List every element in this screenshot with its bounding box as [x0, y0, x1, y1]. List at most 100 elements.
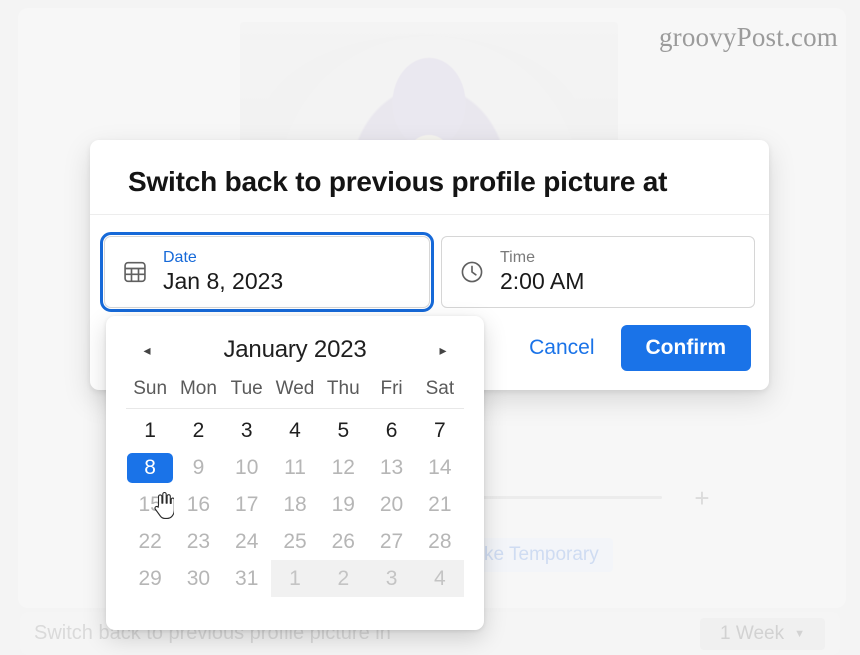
- date-field-value: Jan 8, 2023: [163, 268, 284, 294]
- calendar-day-label: 30: [186, 566, 211, 590]
- calendar-icon: [121, 258, 149, 286]
- calendar-day-label: 3: [385, 566, 398, 590]
- calendar-day-cell[interactable]: 4: [415, 560, 464, 597]
- calendar-day-label: 4: [434, 566, 446, 590]
- calendar-day-cell[interactable]: 4: [271, 412, 319, 449]
- plus-icon: +: [694, 483, 710, 513]
- time-field-label: Time: [500, 249, 535, 266]
- calendar-day-label: 28: [428, 529, 452, 553]
- calendar-day-label: 31: [235, 566, 259, 590]
- calendar-day-cell[interactable]: 25: [271, 523, 319, 560]
- calendar-day-cell[interactable]: 31: [223, 560, 271, 597]
- calendar-popup: ◂ January 2023 ▸ Sun Mon Tue Wed Thu Fri Sat 1…: [106, 316, 484, 630]
- calendar-day-cell[interactable]: 3: [223, 412, 271, 449]
- calendar-day-cell[interactable]: 9: [174, 449, 222, 486]
- calendar-day-cell[interactable]: 22: [126, 523, 174, 560]
- calendar-day-label: 2: [337, 566, 350, 590]
- week-duration-dropdown[interactable]: 1 Week ▼: [700, 618, 825, 650]
- calendar-weekday-wed: Wed: [275, 378, 315, 399]
- calendar-day-cell[interactable]: 13: [367, 449, 415, 486]
- calendar-day-label: 11: [284, 455, 306, 479]
- background-divider: [470, 496, 662, 499]
- date-field[interactable]: Date Jan 8, 2023: [100, 232, 434, 312]
- calendar-day-label: 1: [289, 566, 301, 590]
- calendar-day-cell[interactable]: 24: [223, 523, 271, 560]
- calendar-day-cell[interactable]: 6: [367, 412, 415, 449]
- calendar-day-cell[interactable]: 5: [319, 412, 367, 449]
- calendar-day-label: 10: [235, 455, 259, 479]
- calendar-day-label: 2: [192, 418, 205, 442]
- watermark: groovyPost.com: [658, 22, 838, 52]
- calendar-day-label: 25: [283, 529, 307, 553]
- calendar-day-cell[interactable]: 23: [174, 523, 222, 560]
- calendar-day-label: 22: [138, 529, 162, 553]
- calendar-weekday-mon: Mon: [179, 378, 217, 399]
- calendar-weekday-header: Sun Mon Tue Wed Thu Fri Sat: [126, 378, 464, 409]
- calendar-day-label: 24: [235, 529, 259, 553]
- calendar-day-cell[interactable]: 16: [174, 486, 222, 523]
- calendar-day-cell[interactable]: 28: [416, 523, 464, 560]
- chevron-down-icon: ▼: [794, 628, 805, 640]
- make-temporary-button[interactable]: ke Temporary: [470, 538, 613, 572]
- calendar-day-cell[interactable]: 7: [416, 412, 464, 449]
- calendar-day-label: 23: [186, 529, 211, 553]
- calendar-day-cell[interactable]: 1: [270, 560, 320, 597]
- calendar-day-cell[interactable]: 20: [367, 486, 415, 523]
- calendar-weekday-tue: Tue: [230, 378, 263, 399]
- time-field-texts: Time 2:00 AM: [500, 249, 584, 295]
- calendar-day-label: 3: [240, 418, 253, 442]
- calendar-day-label: 8: [127, 452, 174, 483]
- calendar-day-cell[interactable]: 29: [126, 560, 174, 597]
- calendar-day-cell[interactable]: 17: [223, 486, 271, 523]
- calendar-day-cell[interactable]: 27: [367, 523, 415, 560]
- dialog-title-divider: [90, 214, 769, 215]
- calendar-day-cell[interactable]: 3: [367, 560, 416, 597]
- calendar-day-cell[interactable]: 15: [126, 486, 174, 523]
- calendar-day-label: 14: [428, 455, 452, 479]
- time-field[interactable]: Time 2:00 AM: [441, 236, 755, 308]
- calendar-day-cell[interactable]: 14: [416, 449, 464, 486]
- calendar-day-label: 1: [144, 418, 156, 442]
- calendar-weekday-sat: Sat: [425, 378, 455, 399]
- calendar-day-label: 15: [138, 492, 162, 516]
- calendar-day-label: 29: [138, 566, 162, 590]
- calendar-weekday-thu: Thu: [326, 378, 360, 399]
- calendar-day-cell[interactable]: 21: [416, 486, 464, 523]
- calendar-day-cell[interactable]: 10: [223, 449, 271, 486]
- previous-month-button[interactable]: ◂: [134, 337, 160, 363]
- date-field-label: Date: [163, 249, 197, 266]
- cancel-button[interactable]: Cancel: [525, 330, 598, 366]
- date-field-texts: Date Jan 8, 2023: [163, 249, 283, 295]
- calendar-day-cell[interactable]: 12: [319, 449, 367, 486]
- calendar-day-label: 4: [289, 418, 301, 442]
- calendar-day-label: 9: [192, 455, 205, 479]
- week-dropdown-value: 1 Week: [720, 623, 785, 644]
- calendar-day-grid: 1 2 3 4 5 6 7 8 9 10 11 12 13 14 15 16 17 18 19 20 21 22 23 24 2…: [126, 412, 464, 597]
- calendar-day-cell[interactable]: 30: [174, 560, 222, 597]
- calendar-day-label: 19: [331, 492, 355, 516]
- clock-icon: [458, 258, 486, 286]
- calendar-day-cell[interactable]: 11: [271, 449, 319, 486]
- next-month-button[interactable]: ▸: [430, 337, 456, 363]
- calendar-header: ◂ January 2023 ▸: [126, 330, 464, 370]
- calendar-day-label: 27: [379, 529, 404, 553]
- calendar-day-label: 12: [331, 455, 355, 479]
- confirm-button[interactable]: Confirm: [620, 325, 751, 371]
- calendar-day-label: 26: [331, 529, 355, 553]
- calendar-day-cell[interactable]: 2: [174, 412, 222, 449]
- calendar-day-cell[interactable]: 2: [319, 560, 368, 597]
- calendar-day-label: 16: [186, 492, 211, 516]
- calendar-day-label: 18: [283, 492, 307, 516]
- dialog-actions: Cancel Confirm: [525, 325, 751, 371]
- calendar-day-cell[interactable]: 18: [271, 486, 319, 523]
- calendar-day-label: 13: [379, 455, 404, 479]
- calendar-day-label: 21: [428, 492, 452, 516]
- calendar-month-label: January 2023: [223, 336, 367, 363]
- calendar-day-label: 17: [235, 492, 259, 516]
- calendar-day-cell[interactable]: 8: [126, 449, 174, 486]
- calendar-day-cell[interactable]: 19: [319, 486, 367, 523]
- calendar-day-cell[interactable]: 1: [126, 412, 174, 449]
- calendar-weekday-fri: Fri: [380, 378, 403, 399]
- calendar-day-label: 20: [379, 492, 404, 516]
- calendar-day-cell[interactable]: 26: [319, 523, 367, 560]
